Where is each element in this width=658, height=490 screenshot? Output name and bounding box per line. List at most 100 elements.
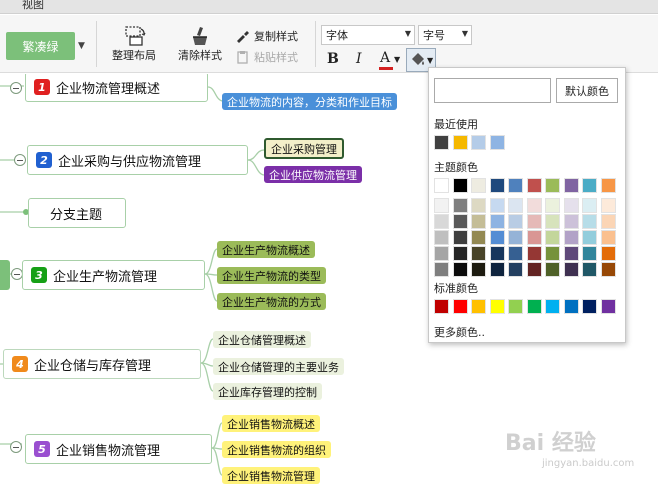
- color-swatch[interactable]: [545, 262, 560, 277]
- color-swatch[interactable]: [563, 299, 579, 314]
- color-swatch[interactable]: [452, 198, 468, 213]
- color-swatch[interactable]: [434, 135, 449, 150]
- color-swatch[interactable]: [508, 262, 523, 277]
- font-family-select[interactable]: 字体 ▼: [321, 25, 415, 45]
- subtopic[interactable]: 企业销售物流的组织: [222, 441, 331, 458]
- subtopic[interactable]: 企业销售物流管理: [222, 467, 320, 484]
- color-hex-input[interactable]: [434, 78, 551, 103]
- color-swatch[interactable]: [526, 299, 542, 314]
- color-swatch[interactable]: [582, 246, 597, 261]
- color-swatch[interactable]: [471, 299, 486, 314]
- color-swatch[interactable]: [508, 214, 523, 229]
- color-swatch[interactable]: [545, 299, 560, 314]
- subtopic-selected[interactable]: 企业采购管理: [264, 138, 344, 159]
- color-swatch[interactable]: [563, 230, 579, 245]
- collapse-toggle[interactable]: [14, 154, 26, 166]
- branch-topic-floating[interactable]: 分支主题: [28, 198, 126, 228]
- color-swatch[interactable]: [489, 178, 505, 193]
- color-swatch[interactable]: [471, 246, 486, 261]
- color-swatch[interactable]: [563, 214, 579, 229]
- branch-topic-4[interactable]: 4 企业仓储与库存管理: [3, 349, 201, 379]
- color-swatch[interactable]: [452, 178, 468, 193]
- subtopic[interactable]: 企业物流的内容，分类和作业目标: [222, 93, 397, 110]
- color-swatch[interactable]: [563, 262, 579, 277]
- color-swatch[interactable]: [489, 262, 505, 277]
- color-swatch[interactable]: [489, 230, 505, 245]
- color-swatch[interactable]: [489, 135, 505, 150]
- font-size-select[interactable]: 字号 ▼: [418, 25, 472, 45]
- color-swatch[interactable]: [452, 246, 468, 261]
- color-swatch[interactable]: [582, 262, 597, 277]
- default-color-button[interactable]: 默认颜色: [556, 78, 618, 103]
- color-swatch[interactable]: [434, 246, 449, 261]
- font-color-button[interactable]: A ▼: [378, 49, 404, 71]
- color-swatch[interactable]: [600, 299, 616, 314]
- color-swatch[interactable]: [489, 214, 505, 229]
- subtopic[interactable]: 企业生产物流概述: [217, 241, 315, 258]
- color-swatch[interactable]: [471, 262, 486, 277]
- color-swatch[interactable]: [471, 198, 486, 213]
- color-swatch[interactable]: [582, 214, 597, 229]
- color-swatch[interactable]: [600, 246, 616, 261]
- color-swatch[interactable]: [452, 262, 468, 277]
- color-swatch[interactable]: [582, 198, 597, 213]
- color-swatch[interactable]: [563, 246, 579, 261]
- paste-style-button[interactable]: 粘贴样式: [235, 49, 298, 65]
- color-swatch[interactable]: [545, 178, 560, 193]
- color-swatch[interactable]: [563, 198, 579, 213]
- color-swatch[interactable]: [471, 230, 486, 245]
- subtopic[interactable]: 企业仓储管理概述: [213, 331, 311, 348]
- color-swatch[interactable]: [471, 178, 486, 193]
- color-swatch[interactable]: [545, 198, 560, 213]
- color-swatch[interactable]: [600, 214, 616, 229]
- color-swatch[interactable]: [471, 214, 486, 229]
- subtopic[interactable]: 企业库存管理的控制: [213, 383, 322, 400]
- chevron-down-icon[interactable]: ▼: [78, 41, 88, 51]
- color-swatch[interactable]: [526, 198, 542, 213]
- color-swatch[interactable]: [434, 299, 449, 314]
- subtopic[interactable]: 企业仓储管理的主要业务: [213, 358, 344, 375]
- color-swatch[interactable]: [489, 299, 505, 314]
- color-swatch[interactable]: [582, 230, 597, 245]
- branch-topic-3[interactable]: 3 企业生产物流管理: [22, 260, 205, 290]
- color-swatch[interactable]: [508, 198, 523, 213]
- color-swatch[interactable]: [434, 178, 449, 193]
- color-swatch[interactable]: [600, 230, 616, 245]
- root-topic[interactable]: [0, 260, 10, 290]
- color-swatch[interactable]: [545, 246, 560, 261]
- color-swatch[interactable]: [452, 230, 468, 245]
- color-swatch[interactable]: [545, 230, 560, 245]
- theme-style-button[interactable]: 繁凑绿: [6, 32, 75, 60]
- color-swatch[interactable]: [434, 214, 449, 229]
- color-swatch[interactable]: [489, 246, 505, 261]
- color-swatch[interactable]: [434, 230, 449, 245]
- copy-style-button[interactable]: 复制样式: [235, 28, 298, 44]
- color-swatch[interactable]: [600, 198, 616, 213]
- more-colors-link[interactable]: 更多颜色..: [434, 324, 485, 340]
- subtopic[interactable]: 企业供应物流管理: [264, 166, 362, 183]
- color-swatch[interactable]: [526, 262, 542, 277]
- color-swatch[interactable]: [508, 178, 523, 193]
- color-swatch[interactable]: [582, 178, 597, 193]
- color-swatch[interactable]: [489, 198, 505, 213]
- color-swatch[interactable]: [582, 299, 597, 314]
- color-swatch[interactable]: [508, 299, 523, 314]
- color-swatch[interactable]: [526, 214, 542, 229]
- italic-button[interactable]: I: [356, 51, 362, 67]
- branch-topic-5[interactable]: 5 企业销售物流管理: [25, 434, 212, 464]
- color-swatch[interactable]: [508, 230, 523, 245]
- color-swatch[interactable]: [545, 214, 560, 229]
- color-swatch[interactable]: [508, 246, 523, 261]
- color-swatch[interactable]: [471, 135, 486, 150]
- menu-view[interactable]: 视图: [22, 0, 44, 12]
- color-swatch[interactable]: [563, 178, 579, 193]
- color-swatch[interactable]: [600, 262, 616, 277]
- collapse-toggle[interactable]: [10, 441, 22, 453]
- clear-style-button[interactable]: 清除样式: [178, 25, 222, 63]
- color-swatch[interactable]: [434, 262, 449, 277]
- subtopic[interactable]: 企业销售物流概述: [222, 415, 320, 432]
- branch-topic-2[interactable]: 2 企业采购与供应物流管理: [27, 145, 248, 175]
- collapse-toggle[interactable]: [10, 82, 22, 94]
- subtopic[interactable]: 企业生产物流的类型: [217, 267, 326, 284]
- color-swatch[interactable]: [434, 198, 449, 213]
